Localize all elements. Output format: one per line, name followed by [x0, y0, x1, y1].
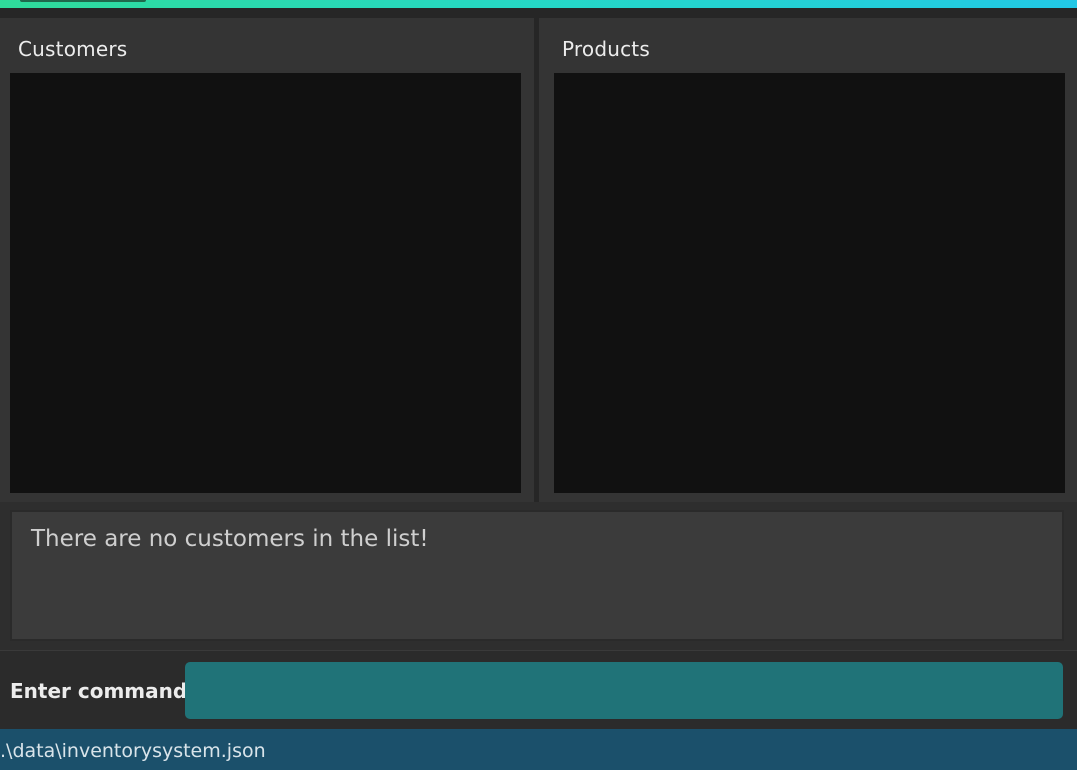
- status-bar: .\data\inventorysystem.json: [0, 729, 1077, 770]
- result-message: There are no customers in the list!: [31, 526, 429, 552]
- command-input[interactable]: [185, 662, 1063, 719]
- result-display-area: There are no customers in the list!: [0, 502, 1077, 650]
- command-bar: Enter command: [0, 650, 1077, 730]
- customers-list[interactable]: [10, 73, 521, 493]
- products-panel: Products: [539, 18, 1077, 506]
- list-panels-area: Customers Products: [0, 8, 1077, 506]
- top-accent-bar: [0, 0, 1077, 8]
- menu-tab-indicator[interactable]: [20, 0, 146, 2]
- customers-panel-title: Customers: [18, 37, 128, 61]
- products-list[interactable]: [554, 73, 1065, 493]
- result-display-box[interactable]: There are no customers in the list!: [10, 510, 1064, 641]
- save-file-path: .\data\inventorysystem.json: [0, 740, 266, 762]
- customers-panel: Customers: [0, 18, 534, 506]
- command-label: Enter command: [10, 679, 188, 703]
- products-panel-title: Products: [562, 37, 650, 61]
